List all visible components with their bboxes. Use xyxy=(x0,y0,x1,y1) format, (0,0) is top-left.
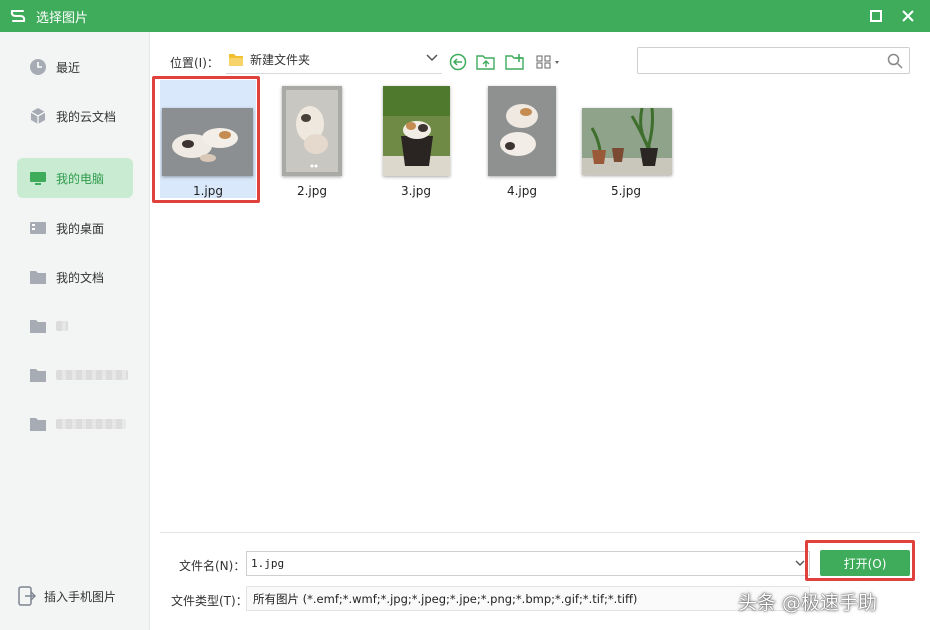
file-item-1[interactable]: 1.jpg xyxy=(160,80,256,198)
wps-logo-icon xyxy=(10,10,26,22)
file-item-5[interactable]: 5.jpg xyxy=(578,80,674,198)
folder-icon xyxy=(28,316,48,336)
desktop-icon xyxy=(28,218,48,238)
clock-icon xyxy=(28,57,48,77)
sidebar-item-label: 我的电脑 xyxy=(56,171,105,186)
sidebar-item-my-computer[interactable]: 我的电脑 xyxy=(17,158,133,198)
current-path: 新建文件夹 xyxy=(250,53,311,67)
title-bar: 选择图片 xyxy=(0,0,930,32)
image-thumbnail xyxy=(582,108,672,175)
sidebar-item-folder[interactable] xyxy=(17,355,133,395)
sidebar-item-label: 我的桌面 xyxy=(56,221,105,236)
blurred-label xyxy=(56,370,128,380)
sidebar-item-folder[interactable] xyxy=(17,404,133,444)
insert-phone-image-button[interactable]: 插入手机图片 xyxy=(18,586,116,606)
search-box[interactable] xyxy=(637,47,910,74)
filename-input[interactable] xyxy=(251,557,791,570)
image-thumbnail xyxy=(383,86,450,176)
watermark: 头条 @极速手助 xyxy=(738,592,878,614)
maximize-icon xyxy=(870,10,882,22)
blurred-label xyxy=(56,419,126,429)
file-name: 4.jpg xyxy=(506,184,538,198)
search-icon[interactable] xyxy=(887,53,903,69)
insert-phone-image-label: 插入手机图片 xyxy=(44,589,117,604)
folder-icon xyxy=(229,53,243,66)
chevron-down-icon xyxy=(426,54,438,62)
new-folder-icon xyxy=(505,54,524,70)
file-item-2[interactable]: 2.jpg xyxy=(264,80,360,198)
filetype-value: 所有图片 (*.emf;*.wmf;*.jpg;*.jpeg;*.jpe;*.p… xyxy=(253,591,638,606)
up-folder-button[interactable] xyxy=(475,52,497,72)
location-dropdown[interactable]: 新建文件夹 xyxy=(226,46,442,74)
file-name: 5.jpg xyxy=(610,184,642,198)
image-thumbnail xyxy=(162,108,253,176)
file-item-4[interactable]: 4.jpg xyxy=(474,80,570,198)
sidebar-item-folder[interactable] xyxy=(17,306,133,346)
close-button[interactable] xyxy=(892,0,924,32)
sidebar-item-my-documents[interactable]: 我的文档 xyxy=(17,257,133,297)
up-folder-icon xyxy=(476,55,495,70)
search-input[interactable] xyxy=(642,51,882,70)
open-button[interactable]: 打开(O) xyxy=(820,550,910,576)
close-icon xyxy=(902,10,914,22)
file-name: 3.jpg xyxy=(400,184,432,198)
file-name: 1.jpg xyxy=(192,184,224,198)
sidebar: 最近 我的云文档 我的电脑 我的桌面 我的文档 xyxy=(0,32,150,630)
file-item-3[interactable]: 3.jpg xyxy=(368,80,464,198)
new-folder-button[interactable] xyxy=(504,52,526,72)
sidebar-item-desktop[interactable]: 我的桌面 xyxy=(17,208,133,248)
maximize-button[interactable] xyxy=(860,0,892,32)
back-button[interactable] xyxy=(447,52,469,72)
image-thumbnail xyxy=(488,86,556,176)
chevron-down-icon[interactable] xyxy=(795,560,805,567)
filename-field[interactable] xyxy=(246,551,810,576)
sidebar-item-cloud-docs[interactable]: 我的云文档 xyxy=(17,96,133,136)
monitor-icon xyxy=(28,168,48,188)
filename-label: 文件名(N)： xyxy=(179,559,246,573)
folder-icon xyxy=(28,414,48,434)
sidebar-item-label: 我的文档 xyxy=(56,270,105,285)
folder-icon xyxy=(28,267,48,287)
blurred-label xyxy=(56,321,68,331)
image-thumbnail xyxy=(282,86,342,176)
window-title: 选择图片 xyxy=(36,10,89,26)
phone-import-icon xyxy=(18,586,36,606)
sidebar-item-label: 我的云文档 xyxy=(56,109,117,124)
filetype-select[interactable]: 所有图片 (*.emf;*.wmf;*.jpg;*.jpeg;*.jpe;*.p… xyxy=(246,586,810,611)
location-label: 位置(I)： xyxy=(170,56,219,70)
back-icon xyxy=(449,53,467,71)
filetype-label: 文件类型(T)： xyxy=(171,594,248,608)
file-name: 2.jpg xyxy=(296,184,328,198)
view-mode-button[interactable] xyxy=(535,52,563,72)
sidebar-item-recent[interactable]: 最近 xyxy=(17,47,133,87)
divider xyxy=(160,532,920,533)
cloud-cube-icon xyxy=(28,106,48,126)
sidebar-item-label: 最近 xyxy=(56,60,81,75)
view-mode-icon xyxy=(536,55,559,69)
folder-icon xyxy=(28,365,48,385)
